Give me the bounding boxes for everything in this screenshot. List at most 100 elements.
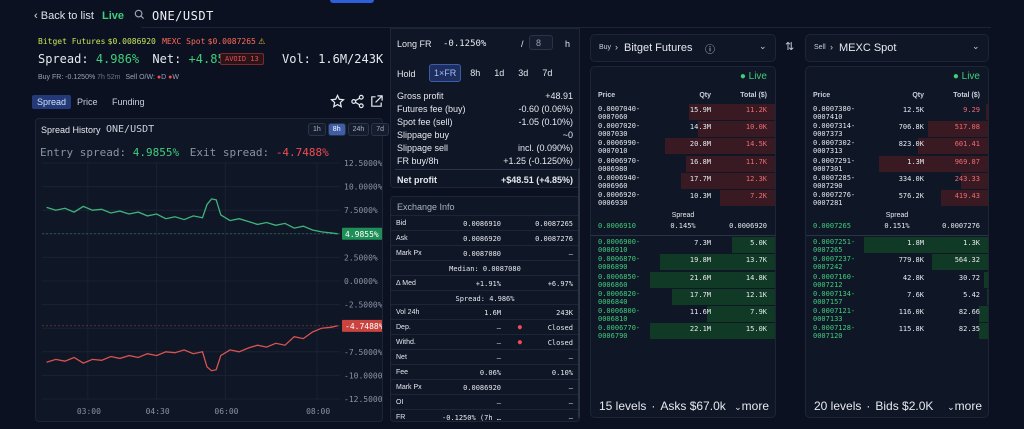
live-badge: Live (102, 10, 125, 22)
ask-row[interactable]: 0.0007276- 0007281 576.2K 419.43 (806, 190, 988, 207)
divider-slash: / (521, 39, 524, 49)
exchange-info-b: — (568, 249, 573, 258)
bid-row[interactable]: 0.0006900- 0006910 7.3M 5.0K (591, 237, 775, 254)
ask-row[interactable]: 0.0007285- 0007290 334.0K 243.33 (806, 172, 988, 190)
left-panel: Bitget Futures $0.0086920 MEXC Spot $0.0… (32, 34, 390, 422)
exit-value: -4.7488% (275, 146, 329, 159)
ask-row[interactable]: 0.0007380- 0007410 12.5K 9.29 (806, 104, 988, 121)
ask-row[interactable]: 0.0007040- 0007060 15.9M 11.2K (591, 104, 775, 121)
star-icon[interactable] (330, 93, 345, 112)
bid-price-from: 0.0007251- (813, 238, 856, 247)
share-icon[interactable] (350, 94, 365, 112)
hold-3d[interactable]: 3d (513, 64, 533, 82)
ask-depth-bar (985, 104, 988, 120)
bid-qty: 11.6M (689, 308, 711, 316)
sell-exchange-select[interactable]: Sell › MEXC Spot ⌄ (805, 34, 989, 62)
bid-row[interactable]: 0.0007134- 0007157 7.6K 5.42 (806, 288, 988, 306)
spread-label: Spread (885, 212, 909, 220)
ask-total: 601.41 (954, 140, 980, 149)
ask-row[interactable]: 0.0006970- 0006980 16.8M 11.7K (591, 155, 775, 173)
ask-total: 12.3K (745, 174, 767, 183)
tab-funding[interactable]: Funding (112, 97, 145, 107)
hold-1d[interactable]: 1d (489, 64, 509, 82)
profit-calculator: Long FR -0.1250% / 8 h Hold 1×FR 8h 1d 3… (390, 28, 580, 422)
bid-row[interactable]: 0.0007160- 0007212 42.8K 30.72 (806, 271, 988, 289)
bid-row[interactable]: 0.0006850- 0006860 21.6M 14.8K (591, 271, 775, 289)
live-indicator: ● Live (739, 71, 767, 82)
tab-spread[interactable]: Spread (32, 95, 72, 109)
x-tick-label: 08:00 (306, 407, 330, 416)
bid-row[interactable]: 0.0006820- 0006840 17.7M 12.1K (591, 288, 775, 306)
net-divider (395, 169, 577, 170)
last-value-label: -4.7488% (345, 322, 382, 331)
hold-8h[interactable]: 8h (465, 64, 485, 82)
exchange-info-row: Mark Px 0.0086920 — (391, 378, 579, 395)
chevron-down-icon: ⌄ (759, 41, 767, 51)
book-header: Price (598, 92, 616, 99)
ask-total: 14.5K (745, 140, 767, 149)
range-24h[interactable]: 24h (347, 123, 370, 136)
ask-row[interactable]: 0.0007020- 0007030 14.3M 10.0K (591, 121, 775, 138)
ask-qty: 20.8M (689, 140, 711, 149)
y-tick-label: -10.0000% (344, 371, 382, 380)
ask-price-from: 0.0006970- (598, 156, 641, 165)
bid-row[interactable]: 0.0006770- 0006790 22.1M 15.0K (591, 323, 775, 340)
ask-qty: 15.9M (689, 106, 711, 114)
bid-row[interactable]: 0.0007251- 0007265 1.8M 1.3K (806, 237, 988, 254)
buy-fr: Buy FR: -0.1250% (38, 74, 98, 81)
bid-row[interactable]: 0.0006800- 0006810 11.6M 7.9K (591, 306, 775, 323)
search-bar[interactable] (141, 6, 991, 28)
ask-row[interactable]: 0.0007302- 0007313 823.0K 601.41 (806, 138, 988, 155)
hold-1xfr[interactable]: 1×FR (429, 64, 462, 82)
bid-row[interactable]: 0.0006870- 0006890 19.8M 13.7K (591, 254, 775, 271)
exchange-info-a: +1.91% (475, 279, 501, 288)
fr-interval-input[interactable]: 8 (529, 35, 553, 50)
fr-line: Buy FR: -0.1250% 7h 52m Sell O/W: ●D ●W (38, 74, 179, 81)
exchange-info-label: Ask (396, 234, 408, 242)
range-1h[interactable]: 1h (308, 123, 326, 136)
calc-row-value: ~0 (562, 130, 573, 140)
ask-total: 419.43 (954, 192, 980, 200)
swap-icon[interactable]: ⇅ (785, 40, 794, 53)
bid-price-from: 0.0007121- (813, 307, 856, 315)
x-tick-label: 06:00 (214, 407, 238, 416)
buy-exchange-select[interactable]: Buy › Bitget Futures ⓘ ⌄ (590, 34, 776, 62)
tab-price[interactable]: Price (77, 97, 98, 107)
ask-total: 7.2K (750, 192, 767, 200)
ask-qty: 17.7M (689, 174, 711, 183)
more-button[interactable]: ⌄more (734, 399, 769, 413)
ask-row[interactable]: 0.0007291- 0007301 1.3M 969.87 (806, 155, 988, 173)
bid-price-to: 0007242 (813, 263, 843, 272)
exchange-info-summary: Median: 0.0087080 (449, 264, 521, 273)
avoid-badge: AVOID 13 (220, 53, 264, 65)
ask-row[interactable]: 0.0006940- 0006960 17.7M 12.3K (591, 172, 775, 190)
more-button[interactable]: ⌄more (947, 399, 982, 413)
range-8h[interactable]: 8h (327, 123, 346, 136)
bid-row[interactable]: 0.0007128- 0007120 115.8K 82.35 (806, 323, 988, 340)
ask-price-from: 0.0007291- (813, 156, 856, 165)
exchange-info-b: 0.0087265 (535, 220, 573, 228)
bid-row[interactable]: 0.0007121- 0007133 116.0K 82.66 (806, 306, 988, 323)
x-tick-label: 03:00 (77, 407, 101, 416)
ask-total: 517.08 (954, 123, 980, 132)
ask-price-from: 0.0007302- (813, 139, 856, 148)
ask-row[interactable]: 0.0007314- 0007373 706.8K 517.08 (806, 121, 988, 138)
bid-price-from: 0.0007160- (813, 272, 856, 281)
ask-qty: 16.8M (689, 157, 711, 166)
hold-7d[interactable]: 7d (537, 64, 557, 82)
range-7d[interactable]: 7d (371, 123, 390, 136)
spread-label: Spread: (38, 52, 89, 66)
back-to-list-link[interactable]: ‹ Back to list (34, 10, 94, 22)
chart-plot: 12.5000%10.0000%7.5000%5.0000%2.5000%0.0… (42, 159, 382, 416)
bid-row[interactable]: 0.0007237- 0007242 779.8K 564.32 (806, 254, 988, 272)
bid-total: 5.42 (963, 290, 980, 299)
ask-row[interactable]: 0.0006920- 0006930 10.3M 7.2K (591, 190, 775, 207)
external-link-icon[interactable] (369, 94, 384, 112)
scrollbar[interactable] (578, 168, 580, 418)
bid-price-from: 0.0006900- (598, 238, 641, 247)
ask-row[interactable]: 0.0006990- 0007010 20.8M 14.5K (591, 138, 775, 155)
book-header: Qty (912, 92, 924, 99)
exchange-info-a: 1.6M (484, 309, 501, 318)
ask-price-to: 0007290 (813, 181, 843, 190)
exchange-info-row: Bid 0.0086910 0.0087265 (391, 215, 579, 231)
